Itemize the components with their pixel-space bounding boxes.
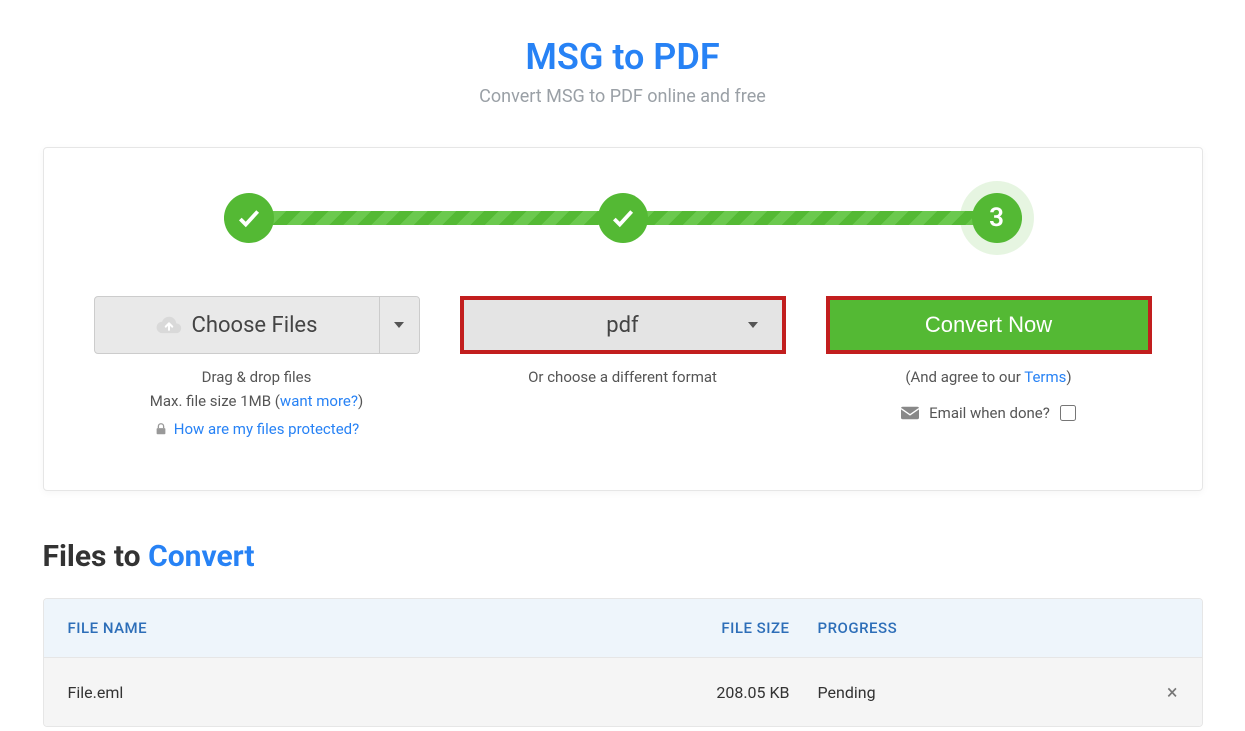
choose-files-label: Choose Files	[192, 313, 318, 338]
file-progress-cell: Pending	[818, 683, 1138, 702]
email-when-done-checkbox[interactable]	[1060, 405, 1076, 421]
upload-hint-max: Max. file size 1MB (want more?)	[94, 392, 420, 410]
lock-icon	[154, 422, 168, 436]
chevron-down-icon	[394, 322, 404, 328]
file-name-cell: File.eml	[68, 683, 678, 702]
choose-files-group: Choose Files	[94, 296, 420, 354]
terms-link[interactable]: Terms	[1024, 368, 1066, 386]
upload-hint-max-suffix: )	[358, 392, 363, 410]
table-header: FILE NAME FILE SIZE PROGRESS	[44, 599, 1202, 658]
files-protected-link[interactable]: How are my files protected?	[174, 420, 359, 438]
upload-column: Choose Files Drag & drop files Max. file…	[94, 296, 420, 440]
email-when-done-row: Email when done?	[901, 404, 1076, 422]
format-column: pdf Or choose a different format	[460, 296, 786, 440]
col-header-progress: PROGRESS	[818, 619, 1138, 637]
format-select[interactable]: pdf	[460, 296, 786, 354]
step-1-node	[224, 193, 274, 243]
email-when-done-label: Email when done?	[929, 404, 1050, 422]
files-heading-plain: Files to	[43, 539, 149, 574]
col-header-name: FILE NAME	[68, 619, 678, 637]
step-3-number: 3	[989, 203, 1004, 233]
stepper: 3	[224, 188, 1022, 248]
col-header-size: FILE SIZE	[678, 619, 818, 637]
files-heading-accent: Convert	[148, 539, 254, 574]
table-body: File.eml 208.05 KB Pending ×	[44, 658, 1202, 726]
agree-prefix: (And agree to our	[905, 368, 1024, 386]
files-protected-row: How are my files protected?	[154, 420, 359, 438]
files-table: FILE NAME FILE SIZE PROGRESS File.eml 20…	[43, 598, 1203, 727]
remove-file-button[interactable]: ×	[1167, 680, 1178, 704]
upload-hint-drag: Drag & drop files	[94, 368, 420, 386]
file-size-cell: 208.05 KB	[678, 683, 818, 702]
col-header-actions	[1138, 619, 1178, 637]
converter-panel: 3 Choose Files	[43, 147, 1203, 491]
convert-now-button[interactable]: Convert Now	[830, 300, 1148, 350]
upload-cloud-icon	[156, 314, 182, 336]
files-heading: Files to Convert	[43, 539, 1203, 574]
table-row: File.eml 208.05 KB Pending ×	[44, 658, 1202, 726]
chevron-down-icon	[748, 322, 758, 328]
agree-terms-row: (And agree to our Terms)	[826, 368, 1152, 386]
step-2-node	[598, 193, 648, 243]
format-selected-value: pdf	[606, 313, 638, 338]
page-subtitle: Convert MSG to PDF online and free	[43, 86, 1203, 107]
upload-hint-max-prefix: Max. file size 1MB (	[150, 392, 280, 410]
step-3-node: 3	[972, 193, 1022, 243]
choose-files-dropdown-toggle[interactable]	[379, 297, 419, 353]
mail-icon	[901, 406, 919, 420]
agree-suffix: )	[1066, 368, 1071, 386]
format-hint: Or choose a different format	[460, 368, 786, 386]
check-icon	[610, 205, 636, 231]
want-more-link[interactable]: want more?	[280, 392, 358, 410]
convert-column: Convert Now (And agree to our Terms) Ema…	[826, 296, 1152, 440]
check-icon	[236, 205, 262, 231]
choose-files-button[interactable]: Choose Files	[95, 297, 379, 353]
page-title: MSG to PDF	[43, 36, 1203, 78]
